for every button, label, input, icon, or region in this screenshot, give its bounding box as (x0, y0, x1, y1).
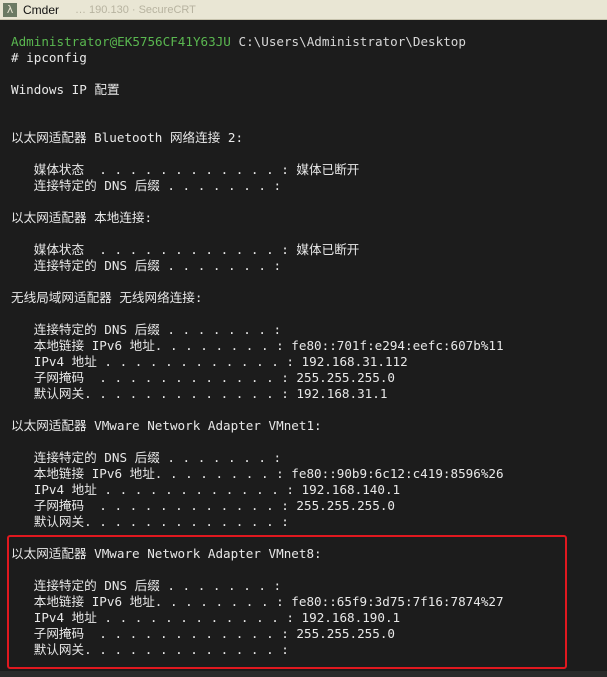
adapter-header: 以太网适配器 VMware Network Adapter VMnet1: (11, 418, 322, 433)
adapter-row: 本地链接 IPv6 地址. . . . . . . . : fe80::90b9… (11, 466, 504, 481)
adapter-row: 连接特定的 DNS 后缀 . . . . . . . : (11, 450, 282, 465)
command-line: # ipconfig (11, 50, 87, 65)
adapter-row: 连接特定的 DNS 后缀 . . . . . . . : (11, 578, 282, 593)
adapter-row: 连接特定的 DNS 后缀 . . . . . . . : (11, 178, 282, 193)
cmder-lambda-icon: λ (3, 3, 17, 17)
adapter-row: 媒体状态 . . . . . . . . . . . . : 媒体已断开 (11, 242, 360, 257)
adapter-row: 默认网关. . . . . . . . . . . . . : (11, 514, 289, 529)
cmder-window: λ Cmder … 190.130 · SecureCRT Administra… (0, 0, 607, 677)
prompt-user: Administrator@EK5756CF41Y63JU (11, 34, 231, 49)
adapter-row: 连接特定的 DNS 后缀 . . . . . . . : (11, 322, 282, 337)
adapter-row: 本地链接 IPv6 地址. . . . . . . . : fe80::701f… (11, 338, 504, 353)
background-window-ghost-text: … 190.130 · SecureCRT (75, 4, 196, 16)
bottom-strip (0, 671, 607, 677)
adapter-row: 默认网关. . . . . . . . . . . . . : (11, 642, 289, 657)
adapter-row: IPv4 地址 . . . . . . . . . . . . : 192.16… (11, 354, 408, 369)
adapter-header: 以太网适配器 本地连接: (11, 210, 153, 225)
adapter-row: 连接特定的 DNS 后缀 . . . . . . . : (11, 258, 282, 273)
windows-ip-header: Windows IP 配置 (11, 82, 120, 97)
adapter-header: 无线局域网适配器 无线网络连接: (11, 290, 203, 305)
adapter-row: 媒体状态 . . . . . . . . . . . . : 媒体已断开 (11, 162, 360, 177)
prompt-path: C:\Users\Administrator\Desktop (238, 34, 466, 49)
adapter-row: IPv4 地址 . . . . . . . . . . . . : 192.16… (11, 482, 401, 497)
window-title: Cmder (23, 3, 60, 17)
adapter-header: 以太网适配器 Bluetooth 网络连接 2: (11, 130, 244, 145)
title-bar[interactable]: λ Cmder … 190.130 · SecureCRT (0, 0, 607, 20)
prompt-line: Administrator@EK5756CF41Y63JU C:\Users\A… (11, 34, 601, 50)
adapter-row: IPv4 地址 . . . . . . . . . . . . : 192.16… (11, 610, 401, 625)
adapter-row: 本地链接 IPv6 地址. . . . . . . . : fe80::65f9… (11, 594, 504, 609)
terminal-output[interactable]: Administrator@EK5756CF41Y63JU C:\Users\A… (11, 34, 601, 658)
adapter-row: 子网掩码 . . . . . . . . . . . . : 255.255.2… (11, 498, 395, 513)
adapter-row: 子网掩码 . . . . . . . . . . . . : 255.255.2… (11, 626, 395, 641)
adapter-header: 以太网适配器 VMware Network Adapter VMnet8: (11, 546, 322, 561)
adapter-row: 子网掩码 . . . . . . . . . . . . : 255.255.2… (11, 370, 395, 385)
adapter-row: 默认网关. . . . . . . . . . . . . : 192.168.… (11, 386, 388, 401)
